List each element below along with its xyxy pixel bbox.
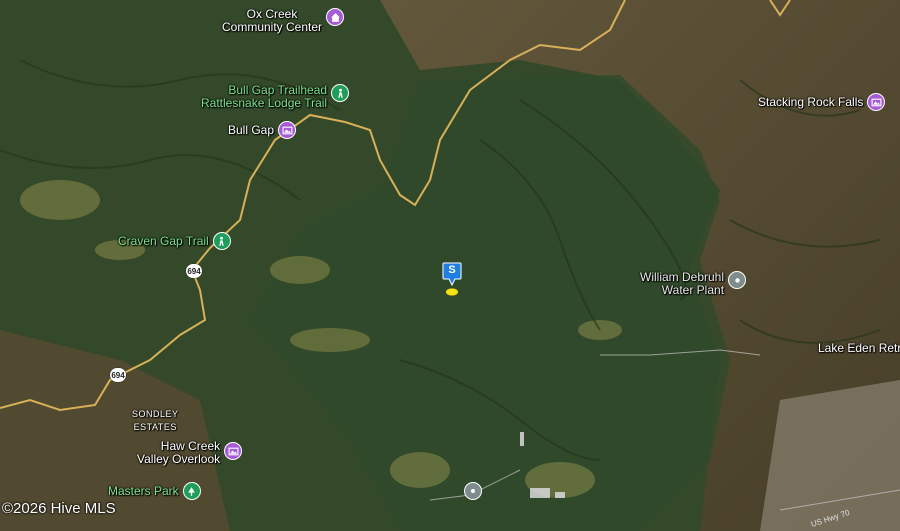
place-pin-icon[interactable]	[464, 482, 482, 500]
poi-william-debruhl-water-plant[interactable]: William Debruhl Water Plant	[640, 271, 747, 297]
poi-haw-creek-valley-overlook[interactable]: Haw Creek Valley Overlook	[137, 440, 243, 466]
copyright-notice: ©2026 Hive MLS	[2, 500, 116, 517]
scenic-view-icon	[224, 442, 243, 460]
poi-stacking-rock-falls[interactable]: Stacking Rock Falls	[758, 93, 886, 111]
area-sondley-estates: SONDLEY ESTATES	[132, 408, 179, 434]
poi-lake-eden-retreat[interactable]: Lake Eden Retreat	[818, 342, 900, 355]
poi-label-line2: Water Plant	[661, 283, 725, 297]
poi-label: Bull Gap	[228, 122, 275, 137]
poi-label: Stacking Rock Falls	[758, 94, 864, 109]
area-label-line2: ESTATES	[133, 422, 177, 432]
poi-craven-gap-trail[interactable]: Craven Gap Trail	[118, 232, 231, 250]
route-shield: 694	[186, 264, 202, 278]
poi-label-line2: Valley Overlook	[137, 452, 221, 466]
poi-label: Masters Park	[108, 483, 179, 498]
route-shield: 694	[110, 368, 126, 382]
poi-ox-creek-community-center[interactable]: Ox Creek Community Center	[222, 8, 345, 34]
community-center-icon	[326, 8, 345, 26]
poi-bull-gap[interactable]: Bull Gap	[228, 121, 297, 139]
subject-marker-label: S	[448, 264, 456, 276]
poi-label-line2: Community Center	[222, 20, 323, 34]
subject-property-marker[interactable]: S	[442, 262, 462, 287]
poi-label: Craven Gap Trail	[118, 233, 209, 248]
scenic-view-icon	[278, 121, 297, 139]
area-label-line1: SONDLEY	[132, 409, 179, 419]
poi-label-line2: Rattlesnake Lodge Trail	[201, 96, 328, 110]
park-tree-icon	[182, 482, 201, 500]
trailhead-icon	[212, 232, 231, 250]
trailhead-icon	[331, 84, 350, 102]
poi-bull-gap-trailhead[interactable]: Bull Gap Trailhead Rattlesnake Lodge Tra…	[201, 84, 350, 110]
scenic-view-icon	[867, 93, 886, 111]
poi-masters-park[interactable]: Masters Park	[108, 482, 201, 500]
place-pin-icon	[728, 271, 747, 289]
